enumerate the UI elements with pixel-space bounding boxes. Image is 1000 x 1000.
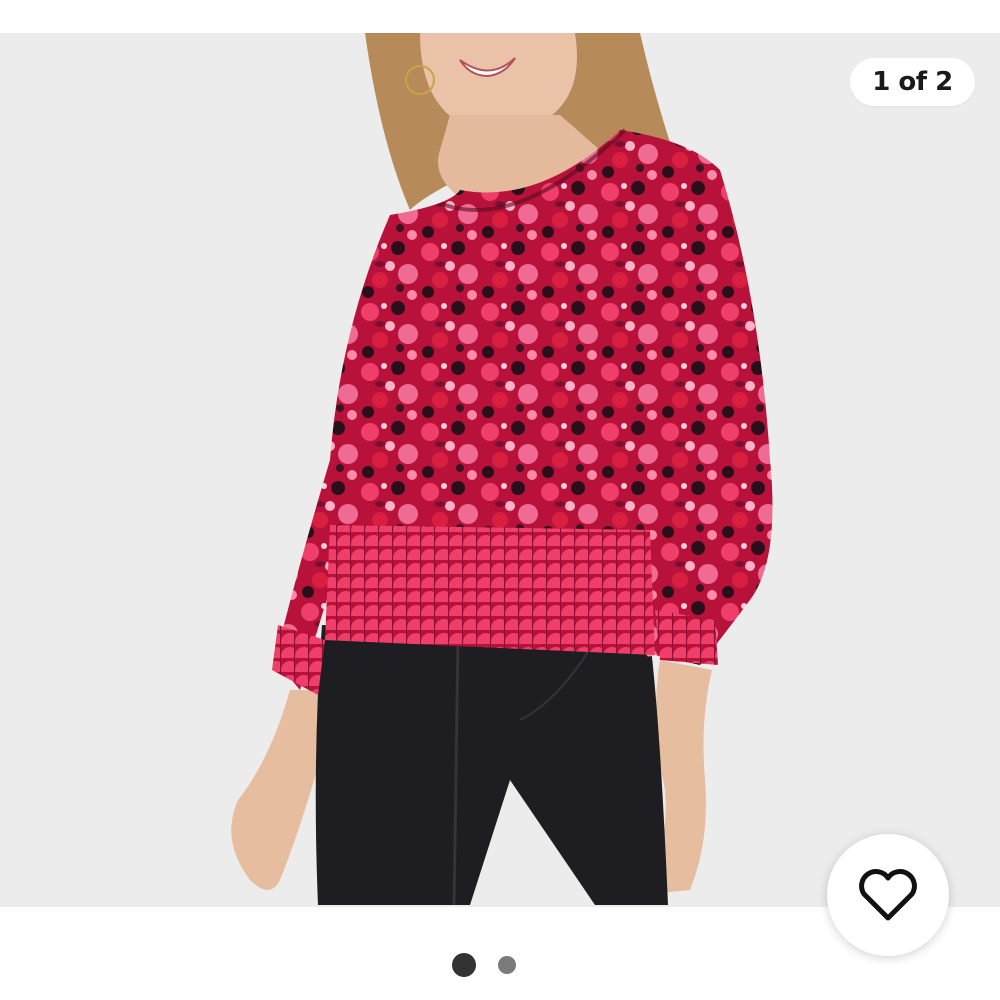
carousel-pagination [0, 951, 1000, 979]
pagination-dot[interactable] [498, 956, 516, 974]
pagination-dot-active[interactable] [452, 953, 476, 977]
heart-outline-icon [859, 869, 917, 921]
image-counter-badge: 1 of 2 [850, 58, 975, 106]
like-button[interactable] [827, 834, 949, 956]
image-counter-text: 1 of 2 [872, 67, 953, 97]
product-image[interactable] [0, 33, 1000, 907]
product-photo [231, 33, 773, 906]
